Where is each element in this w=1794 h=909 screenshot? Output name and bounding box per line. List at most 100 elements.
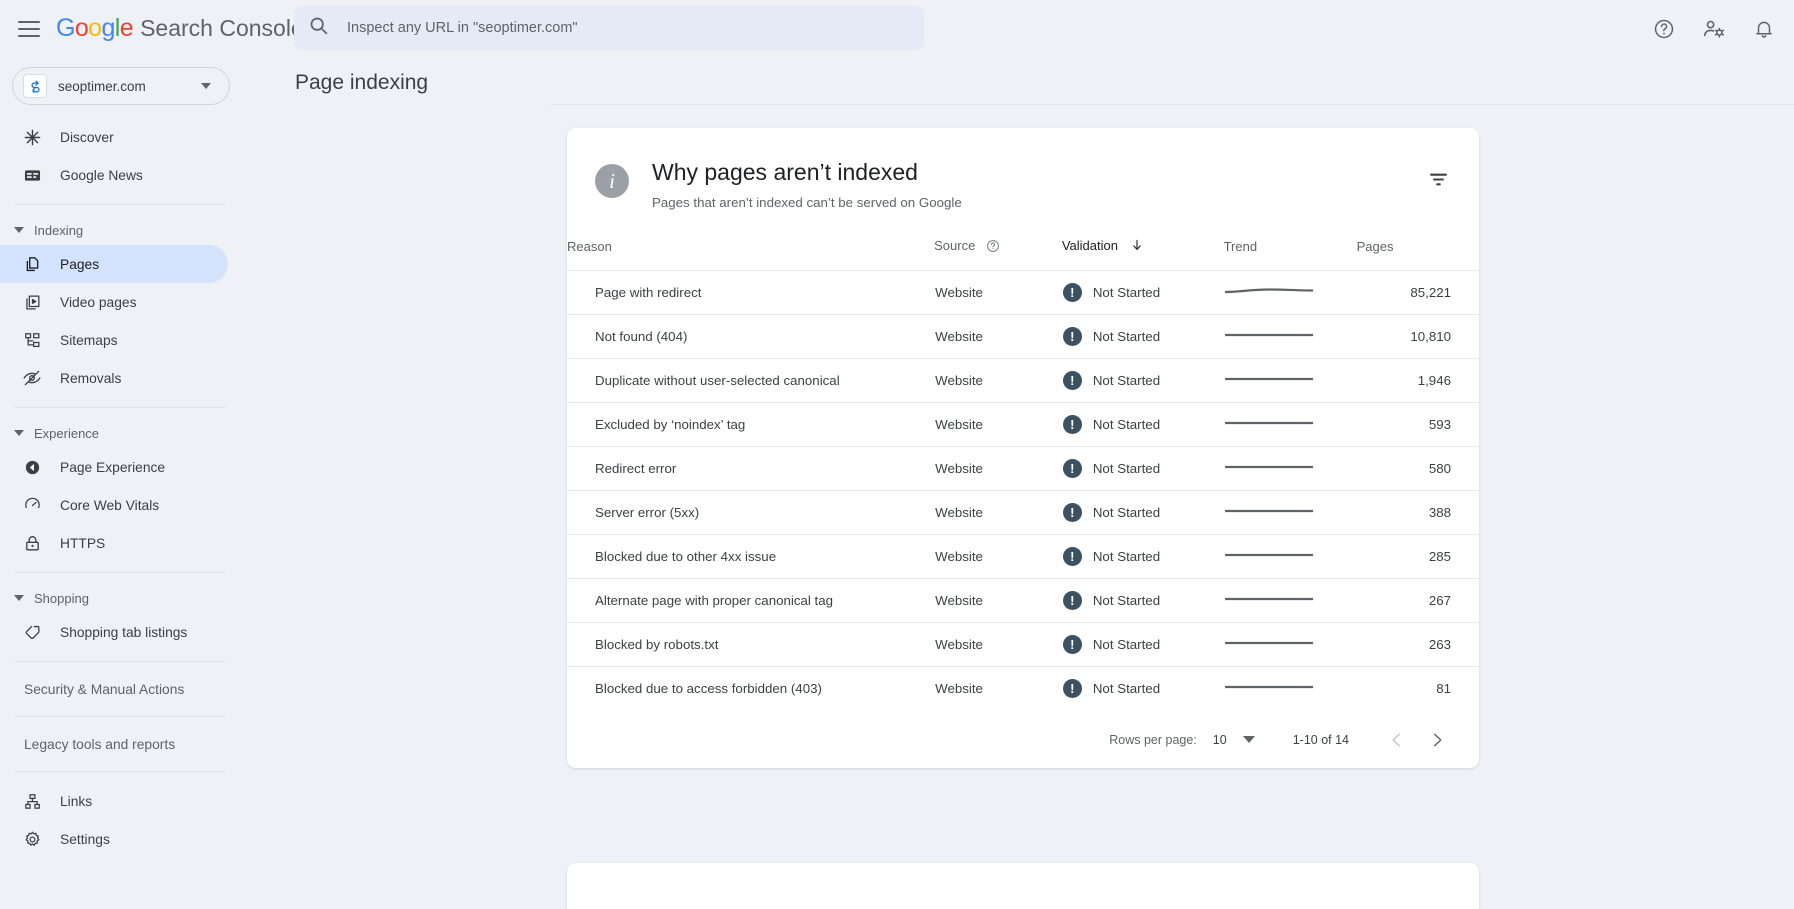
exclamation-icon: ! [1063, 635, 1082, 654]
sidebar-item-pages[interactable]: Pages [0, 245, 228, 283]
cell-source: Website [934, 534, 1062, 578]
sidebar-item-label: Links [60, 794, 92, 809]
cell-validation: !Not Started [1062, 446, 1224, 490]
cell-reason[interactable]: Duplicate without user-selected canonica… [567, 358, 934, 402]
cell-reason[interactable]: Blocked due to access forbidden (403) [567, 666, 934, 710]
sidebar-item-discover[interactable]: Discover [0, 118, 228, 156]
url-inspection-search[interactable]: Inspect any URL in "seoptimer.com" [294, 6, 924, 50]
cell-reason[interactable]: Alternate page with proper canonical tag [567, 578, 934, 622]
cell-trend [1224, 270, 1357, 314]
trend-sparkline-icon [1225, 641, 1313, 656]
trend-sparkline-icon [1225, 333, 1313, 348]
sidebar-item-label: HTTPS [60, 536, 105, 551]
trend-sparkline-icon [1225, 421, 1313, 436]
table-row[interactable]: Blocked by robots.txtWebsite!Not Started… [567, 622, 1479, 666]
links-icon [22, 791, 42, 811]
divider [14, 204, 226, 205]
sidebar-section-security-manual-actions[interactable]: Security & Manual Actions [0, 672, 262, 706]
sidebar-item-label: Pages [60, 257, 99, 272]
table-header: Reason Source Validation [567, 238, 1479, 271]
sidebar-item-core-web-vitals[interactable]: Core Web Vitals [0, 486, 228, 524]
table-row[interactable]: Page with redirectWebsite!Not Started85,… [567, 270, 1479, 314]
cell-trend [1224, 490, 1357, 534]
cell-reason[interactable]: Blocked by robots.txt [567, 622, 934, 666]
reasons-table: Reason Source Validation [567, 238, 1479, 711]
sidebar-section-legacy-tools[interactable]: Legacy tools and reports [0, 727, 262, 761]
search-placeholder: Inspect any URL in "seoptimer.com" [347, 20, 578, 36]
sidebar-item-https[interactable]: HTTPS [0, 524, 228, 562]
column-header-pages[interactable]: Pages [1357, 238, 1479, 271]
sidebar-group-experience[interactable]: Experience [0, 418, 262, 448]
cell-reason[interactable]: Page with redirect [567, 270, 934, 314]
property-selector[interactable]: seoptimer.com [12, 67, 230, 105]
sidebar-item-sitemaps[interactable]: Sitemaps [0, 321, 228, 359]
next-card-partial [567, 863, 1479, 909]
filter-icon[interactable] [1423, 164, 1453, 194]
google-logo: Google [56, 14, 133, 43]
column-header-trend[interactable]: Trend [1224, 238, 1357, 271]
cell-reason[interactable]: Redirect error [567, 446, 934, 490]
sidebar-section-label: Legacy tools and reports [24, 737, 175, 752]
column-header-source[interactable]: Source [934, 238, 1062, 271]
source-label: Website [935, 593, 983, 608]
column-label: Trend [1224, 239, 1257, 254]
sidebar-group-shopping[interactable]: Shopping [0, 583, 262, 613]
info-icon: i [595, 164, 629, 198]
notifications-icon[interactable] [1752, 17, 1776, 41]
cell-source: Website [934, 314, 1062, 358]
exclamation-icon: ! [1063, 459, 1082, 478]
divider [550, 104, 1794, 105]
pages-count: 388 [1429, 505, 1451, 520]
card-subtitle: Pages that aren’t indexed can’t be serve… [652, 195, 962, 210]
chevron-right-icon[interactable] [1417, 720, 1457, 760]
trend-sparkline-icon [1225, 465, 1313, 480]
discover-icon [22, 127, 42, 147]
cell-source: Website [934, 622, 1062, 666]
cell-source: Website [934, 402, 1062, 446]
validation-label: Not Started [1093, 373, 1160, 388]
cell-reason[interactable]: Not found (404) [567, 314, 934, 358]
table-row[interactable]: Excluded by ‘noindex’ tagWebsite!Not Sta… [567, 402, 1479, 446]
trend-sparkline-icon [1225, 685, 1313, 700]
table-row[interactable]: Alternate page with proper canonical tag… [567, 578, 1479, 622]
cell-reason[interactable]: Server error (5xx) [567, 490, 934, 534]
source-label: Website [935, 373, 983, 388]
column-header-reason[interactable]: Reason [567, 238, 934, 271]
pages-count: 263 [1429, 637, 1451, 652]
sidebar-item-video-pages[interactable]: Video pages [0, 283, 228, 321]
column-header-validation[interactable]: Validation [1062, 238, 1224, 271]
validation-label: Not Started [1093, 549, 1160, 564]
help-circle-icon[interactable] [986, 239, 1000, 256]
table-row[interactable]: Not found (404)Website!Not Started10,810 [567, 314, 1479, 358]
table-row[interactable]: Server error (5xx)Website!Not Started388 [567, 490, 1479, 534]
table-row[interactable]: Blocked due to access forbidden (403)Web… [567, 666, 1479, 710]
chevron-left-icon[interactable] [1377, 720, 1417, 760]
account-settings-icon[interactable] [1702, 17, 1726, 41]
sidebar-section-label: Security & Manual Actions [24, 682, 184, 697]
sidebar-item-google-news[interactable]: Google News [0, 156, 228, 194]
sidebar-item-settings[interactable]: Settings [0, 820, 228, 858]
cell-trend [1224, 446, 1357, 490]
rows-per-page-select[interactable]: 10 [1213, 733, 1255, 747]
hamburger-icon[interactable] [18, 16, 44, 42]
table-row[interactable]: Blocked due to other 4xx issueWebsite!No… [567, 534, 1479, 578]
table-row[interactable]: Redirect errorWebsite!Not Started580 [567, 446, 1479, 490]
sidebar-item-label: Core Web Vitals [60, 498, 159, 513]
cell-reason[interactable]: Excluded by ‘noindex’ tag [567, 402, 934, 446]
cell-trend [1224, 402, 1357, 446]
cell-pages: 10,810 [1357, 314, 1479, 358]
search-icon [308, 15, 329, 41]
sidebar-item-removals[interactable]: Removals [0, 359, 228, 397]
sidebar-item-links[interactable]: Links [0, 782, 228, 820]
sidebar-item-shopping-tab-listings[interactable]: Shopping tab listings [0, 613, 228, 651]
validation-label: Not Started [1093, 681, 1160, 696]
cell-reason[interactable]: Blocked due to other 4xx issue [567, 534, 934, 578]
sidebar-group-indexing[interactable]: Indexing [0, 215, 262, 245]
sidebar-item-page-experience[interactable]: Page Experience [0, 448, 228, 486]
column-label: Validation [1062, 238, 1118, 253]
table-row[interactable]: Duplicate without user-selected canonica… [567, 358, 1479, 402]
cell-pages: 81 [1357, 666, 1479, 710]
exclamation-icon: ! [1063, 283, 1082, 302]
cell-validation: !Not Started [1062, 622, 1224, 666]
help-icon[interactable] [1652, 17, 1676, 41]
